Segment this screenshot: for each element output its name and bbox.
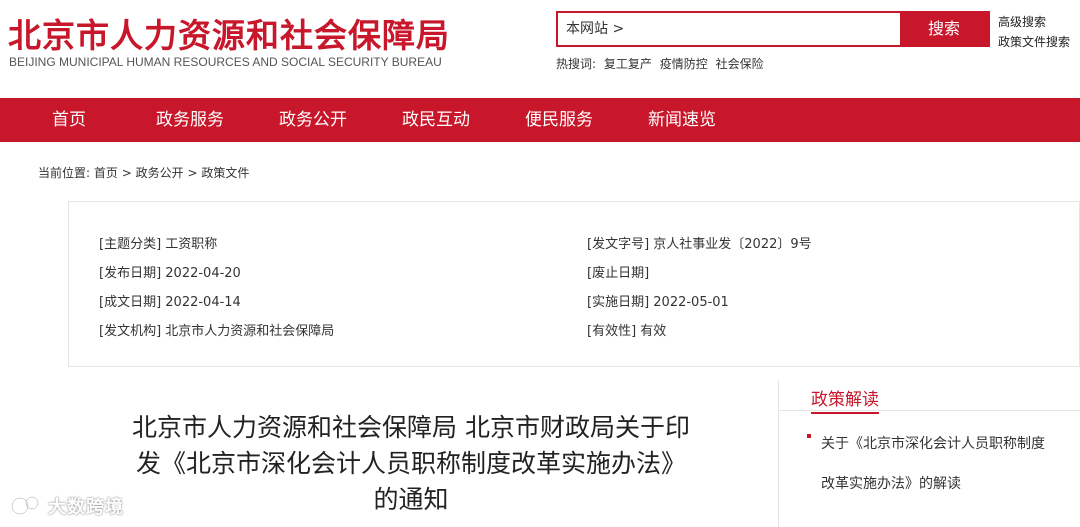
search-box: 本网站 > 搜索 xyxy=(556,11,990,47)
hot-search-words: 热搜词: 复工复产 疫情防控 社会保险 xyxy=(556,55,768,72)
hot-word-link[interactable]: 社会保险 xyxy=(716,57,764,71)
policy-search-link[interactable]: 政策文件搜索 xyxy=(998,32,1070,52)
nav-item-home[interactable]: 首页 xyxy=(52,98,86,142)
breadcrumb-government-affairs[interactable]: 政务公开 xyxy=(136,166,184,180)
sidebar-divider xyxy=(779,410,1080,411)
info-abolish-date: [废止日期] xyxy=(587,266,650,281)
info-issuer: [发文机构] 北京市人力资源和社会保障局 xyxy=(99,324,335,339)
hot-search-label: 热搜词: xyxy=(556,57,597,71)
hot-word-link[interactable]: 疫情防控 xyxy=(660,57,708,71)
watermark-text: 大数跨境 xyxy=(48,497,124,518)
nav-item-news[interactable]: 新闻速览 xyxy=(648,98,716,142)
policy-interpretation-link-line: 改革实施办法》的解读 xyxy=(821,476,961,492)
info-doc-number: [发文字号] 京人社事业发〔2022〕9号 xyxy=(587,237,812,252)
info-effective-date: [实施日期] 2022-05-01 xyxy=(587,295,729,310)
nav-item-government-affairs[interactable]: 政务公开 xyxy=(279,98,347,142)
site-logo-cn[interactable]: 北京市人力资源和社会保障局 xyxy=(8,9,450,57)
breadcrumb-separator: > xyxy=(187,166,198,180)
document-title-line: 发《北京市深化会计人员职称制度改革实施办法》 xyxy=(135,449,686,478)
main-nav: 首页 政务服务 政务公开 政民互动 便民服务 新闻速览 xyxy=(0,98,1080,142)
document-title-line: 的通知 xyxy=(373,485,449,514)
document-info-panel: [主题分类] 工资职称 [发布日期] 2022-04-20 [成文日期] 202… xyxy=(68,201,1080,367)
nav-item-interaction[interactable]: 政民互动 xyxy=(402,98,470,142)
info-issue-date: [发布日期] 2022-04-20 xyxy=(99,266,241,281)
watermark-logo-icon xyxy=(10,495,40,516)
breadcrumb-home[interactable]: 首页 xyxy=(94,166,118,180)
breadcrumb-label: 当前位置: xyxy=(38,166,91,180)
site-logo-en: BEIJING MUNICIPAL HUMAN RESOURCES AND SO… xyxy=(9,55,442,69)
search-scope-input[interactable]: 本网站 > xyxy=(558,13,900,45)
breadcrumb-separator: > xyxy=(121,166,132,180)
policy-interpretation-sidebar: 政策解读 关于《北京市深化会计人员职称制度 改革实施办法》的解读 xyxy=(778,380,1080,527)
info-draft-date: [成文日期] 2022-04-14 xyxy=(99,295,241,310)
info-topic: [主题分类] 工资职称 xyxy=(99,237,218,252)
nav-item-convenience-services[interactable]: 便民服务 xyxy=(525,98,593,142)
advanced-search-link[interactable]: 高级搜索 xyxy=(998,12,1070,32)
info-validity: [有效性] 有效 xyxy=(587,324,667,339)
policy-interpretation-link-line: 关于《北京市深化会计人员职称制度 xyxy=(821,436,1045,452)
breadcrumb: 当前位置: 首页 > 政务公开 > 政策文件 xyxy=(38,164,249,181)
site-header: 北京市人力资源和社会保障局 BEIJING MUNICIPAL HUMAN RE… xyxy=(0,0,1080,98)
policy-interpretation-link[interactable]: 关于《北京市深化会计人员职称制度 改革实施办法》的解读 xyxy=(821,424,1079,504)
hot-word-link[interactable]: 复工复产 xyxy=(604,57,652,71)
watermark: 大数跨境 xyxy=(10,492,124,520)
nav-item-government-services[interactable]: 政务服务 xyxy=(156,98,224,142)
bullet-icon xyxy=(807,434,811,438)
document-title-line: 北京市人力资源和社会保障局 北京市财政局关于印 xyxy=(132,413,690,442)
advanced-search-links: 高级搜索 政策文件搜索 xyxy=(998,12,1070,52)
breadcrumb-policy-files[interactable]: 政策文件 xyxy=(201,166,249,180)
search-button[interactable]: 搜索 xyxy=(900,13,988,45)
document-title: 北京市人力资源和社会保障局 北京市财政局关于印 发《北京市深化会计人员职称制度改… xyxy=(96,410,726,518)
